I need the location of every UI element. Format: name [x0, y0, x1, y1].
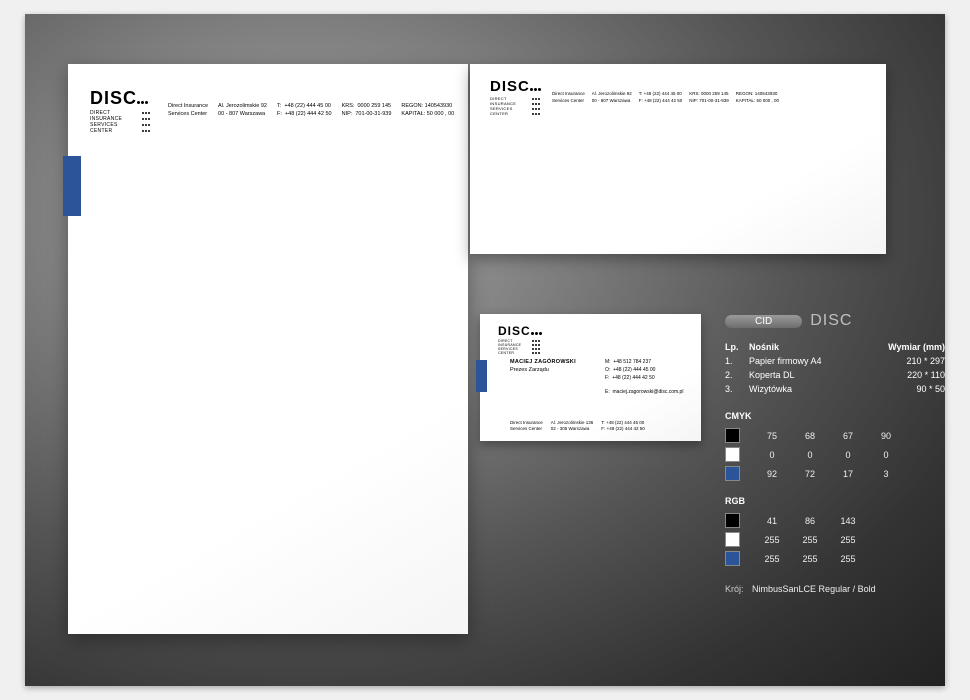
cmyk-row-black: 75686790: [725, 428, 945, 443]
card-footer: Direct InsuranceServices Center Al. Jero…: [510, 420, 645, 432]
regon-label: REGON:: [401, 103, 423, 109]
logo-name: DISC: [498, 324, 531, 338]
logo: DISC DIRECT INSURANCE SERVICES CENTER: [490, 78, 542, 116]
cmyk-row-white: 0000: [725, 447, 945, 462]
envelope-dl: DISC DIRECT INSURANCE SERVICES CENTER Di…: [470, 64, 886, 254]
logo-dots-icon: [530, 78, 542, 95]
logo-dots-icon: [531, 324, 543, 338]
business-card: DISC DIRECT INSURANCE SERVICES CENTER MA…: [480, 314, 701, 441]
regon-value: 140543930: [425, 103, 453, 109]
cid-panel: CID DISC Lp. Nośnik Wymiar (mm) 1.Papier…: [725, 312, 945, 594]
letterhead-a4: DISC DIRECT INSURANCE SERVICES CENTER Di…: [68, 64, 468, 634]
cardholder-title: Prezes Zarządu: [510, 366, 576, 374]
company-name-1: Direct Insurance: [168, 102, 208, 110]
krs-value: 0000 259 145: [357, 103, 391, 109]
rgb-row-white: 255255255: [725, 532, 945, 547]
rgb-row-blue: 255255255: [725, 551, 945, 566]
nip-label: NIP:: [342, 111, 353, 117]
fax-value: +48 (22) 444 42 50: [285, 111, 332, 117]
address-line-1: Al. Jerozolimskie 92: [218, 102, 267, 110]
card-contacts: M: +48 512 784 237 O: +48 (22) 444 45 00…: [605, 358, 683, 396]
company-name-2: Services Center: [168, 110, 208, 118]
cardholder-name: MACIEJ ZAGÓROWSKI: [510, 358, 576, 366]
cardholder: MACIEJ ZAGÓROWSKI Prezes Zarządu: [510, 358, 576, 374]
tel-value: +48 (22) 444 45 00: [284, 103, 331, 109]
spec-row: 1.Papier firmowy A4210 * 297: [725, 354, 945, 368]
rgb-heading: RGB: [725, 496, 945, 506]
swatch-blue: [725, 466, 740, 481]
fax-value: +48 (22) 444 42 50: [612, 375, 654, 381]
font-label: Krój:: [725, 584, 744, 594]
dots-icon: [141, 128, 150, 134]
office-value: +48 (22) 444 45 00: [613, 367, 655, 373]
col-dim: Wymiar (mm): [859, 340, 945, 354]
logo-name: DISC: [90, 88, 137, 108]
swatch-blue: [725, 551, 740, 566]
fax-label: F:: [277, 111, 282, 117]
envelope-header-info: Direct InsuranceServices Center Al. Jero…: [552, 90, 779, 104]
kapital-value: 50 000 , 00: [427, 111, 455, 117]
logo-dots-icon: [137, 88, 149, 109]
font-value: NimbusSanLCE Regular / Bold: [752, 584, 876, 594]
accent-bar: [476, 360, 487, 392]
cid-badge: CID: [725, 315, 802, 328]
col-item: Nośnik: [749, 340, 859, 354]
logo: DISC DIRECT INSURANCE SERVICES CENTER: [498, 324, 543, 355]
letterhead-header-info: Direct InsuranceServices Center Al. Jero…: [168, 102, 454, 118]
accent-bar: [63, 156, 81, 216]
swatch-white: [725, 532, 740, 547]
spec-row: 3.Wizytówka90 * 50: [725, 382, 945, 396]
stationery-mockup-canvas: DISC DIRECT INSURANCE SERVICES CENTER Di…: [25, 14, 945, 686]
cid-banner: CID DISC: [725, 312, 945, 330]
col-lp: Lp.: [725, 340, 749, 354]
logo-sub-center: CENTER: [90, 128, 112, 134]
logo-name: DISC: [490, 78, 530, 95]
rgb-row-black: 4186143: [725, 513, 945, 528]
font-line: Krój: NimbusSanLCE Regular / Bold: [725, 584, 945, 594]
cid-brand: DISC: [810, 312, 852, 330]
cmyk-row-blue: 9272173: [725, 466, 945, 481]
krs-label: KRS:: [342, 103, 355, 109]
tel-label: T:: [277, 103, 281, 109]
cid-specs-table: Lp. Nośnik Wymiar (mm) 1.Papier firmowy …: [725, 340, 945, 396]
swatch-black: [725, 428, 740, 443]
cmyk-heading: CMYK: [725, 411, 945, 421]
swatch-white: [725, 447, 740, 462]
address-line-2: 00 - 807 Warszawa: [218, 110, 267, 118]
nip-value: 701-00-31-939: [355, 111, 391, 117]
spec-row: 2.Koperta DL220 * 110: [725, 368, 945, 382]
logo: DISC DIRECT INSURANCE SERVICES CENTER: [90, 88, 150, 134]
mobile-value: +48 512 784 237: [613, 359, 651, 365]
email-value: maciej.zagorowski@disc.com.pl: [613, 389, 684, 395]
kapital-label: KAPITAŁ:: [401, 111, 425, 117]
swatch-black: [725, 513, 740, 528]
